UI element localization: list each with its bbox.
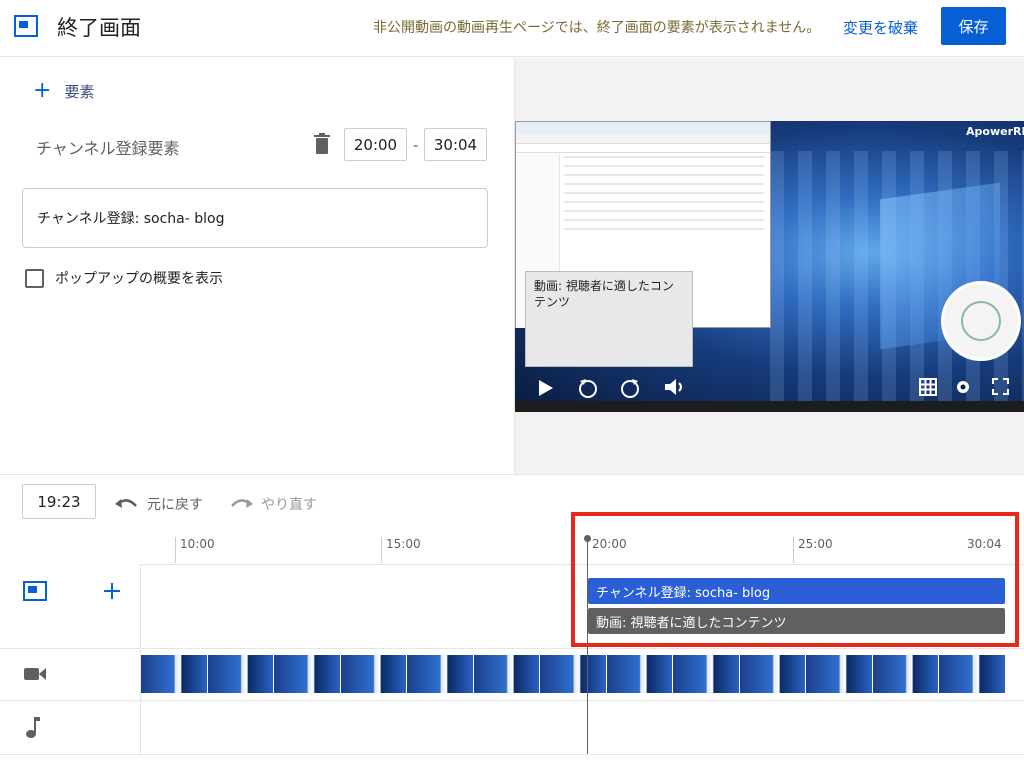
- taskbar: [515, 401, 1024, 412]
- time-separator: -: [413, 136, 419, 154]
- player-controls: [515, 371, 1024, 401]
- video-camera-icon: [24, 668, 46, 680]
- redo-button[interactable]: やり直す: [229, 494, 317, 514]
- video-element-card[interactable]: 動画: 視聴者に適したコンテンツ: [525, 271, 693, 367]
- add-element-plus-icon[interactable]: [104, 583, 120, 599]
- end-screen-track-icon: [23, 581, 47, 601]
- undo-label: 元に戻す: [147, 497, 203, 513]
- add-element-button[interactable]: + 要素: [33, 80, 94, 102]
- end-time-input[interactable]: 30:04: [424, 128, 487, 161]
- discard-changes-button[interactable]: 変更を破棄: [843, 17, 918, 38]
- rewind-10-icon[interactable]: [577, 377, 599, 399]
- element-type-label: チャンネル登録要素: [36, 139, 180, 158]
- current-time-input[interactable]: 19:23: [22, 484, 96, 519]
- plus-icon: +: [33, 78, 52, 103]
- tick-label: 10:00: [180, 537, 215, 551]
- add-element-label: 要素: [64, 82, 95, 101]
- watermark-text: ApowerREC: [966, 125, 1024, 138]
- volume-icon[interactable]: [665, 378, 687, 396]
- tick-label: 15:00: [386, 537, 421, 551]
- save-button[interactable]: 保存: [941, 7, 1006, 45]
- checkbox-label: ポップアップの概要を表示: [55, 271, 223, 287]
- show-popup-description-toggle[interactable]: ポップアップの概要を表示: [25, 268, 223, 288]
- fullscreen-icon[interactable]: [992, 378, 1009, 395]
- header-bar: 終了画面 非公開動画の動画再生ページでは、終了画面の要素が表示されません。 変更…: [0, 0, 1024, 57]
- delete-icon[interactable]: [313, 133, 331, 154]
- end-screen-icon: [14, 15, 38, 37]
- video-preview[interactable]: ApowerREC 動画: 視聴者に適したコンテンツ: [515, 121, 1024, 412]
- forward-10-icon[interactable]: [619, 377, 641, 399]
- undo-icon: [115, 499, 137, 508]
- page-title: 終了画面: [57, 16, 141, 40]
- channel-avatar[interactable]: [941, 281, 1021, 361]
- music-note-icon: [26, 717, 40, 738]
- highlight-annotation-box: [571, 512, 1019, 647]
- video-filmstrip[interactable]: [141, 655, 1006, 693]
- settings-icon[interactable]: [953, 377, 973, 397]
- start-time-input[interactable]: 20:00: [344, 128, 407, 161]
- play-icon[interactable]: [539, 380, 553, 396]
- redo-icon: [231, 499, 253, 508]
- private-notice: 非公開動画の動画再生ページでは、終了画面の要素が表示されません。: [373, 20, 821, 36]
- grid-icon[interactable]: [919, 378, 937, 396]
- element-editor-panel: + 要素 チャンネル登録要素 20:00 - 30:04 チャンネル登録: so…: [0, 58, 514, 474]
- redo-label: やり直す: [261, 497, 317, 513]
- undo-button[interactable]: 元に戻す: [115, 494, 203, 514]
- checkbox[interactable]: [25, 268, 44, 288]
- element-text-field[interactable]: チャンネル登録: socha- blog: [22, 188, 488, 248]
